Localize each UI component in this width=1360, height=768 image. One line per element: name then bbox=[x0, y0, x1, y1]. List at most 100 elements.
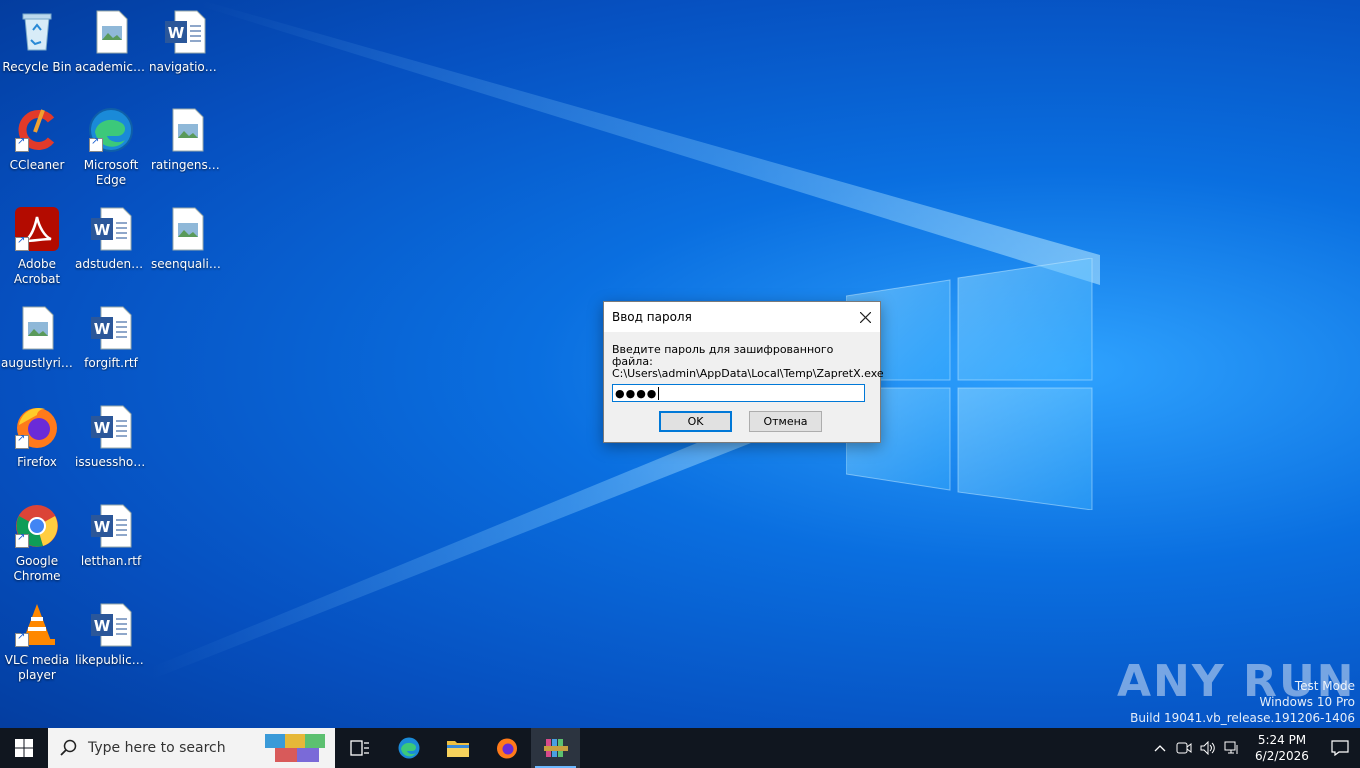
password-dialog: Ввод пароля Введите пароль для зашифрова… bbox=[603, 301, 884, 443]
icon-label: VLC media player bbox=[4, 653, 70, 682]
chrome-icon bbox=[13, 502, 61, 550]
shortcut-arrow-icon bbox=[89, 136, 103, 152]
light-beam bbox=[200, 0, 1100, 285]
svg-text:W: W bbox=[94, 419, 111, 437]
firefox-icon bbox=[496, 738, 517, 759]
svg-text:W: W bbox=[94, 617, 111, 635]
text-caret bbox=[658, 386, 660, 400]
desktop-icon-file[interactable]: ratingensur... bbox=[151, 106, 223, 173]
acrobat-icon bbox=[13, 205, 61, 253]
svg-text:W: W bbox=[94, 518, 111, 536]
shortcut-arrow-icon bbox=[15, 631, 29, 647]
tray-meet-now-button[interactable] bbox=[1172, 728, 1196, 768]
desktop-icon-vlc[interactable]: VLC media player bbox=[1, 601, 73, 683]
desktop-icon-acrobat[interactable]: Adobe Acrobat bbox=[1, 205, 73, 287]
icon-label: issuesshow... bbox=[75, 455, 147, 469]
dialog-titlebar[interactable]: Ввод пароля bbox=[604, 302, 880, 332]
desktop-icon-recycle-bin[interactable]: Recycle Bin bbox=[1, 8, 73, 75]
camera-icon bbox=[1176, 742, 1192, 754]
shortcut-arrow-icon bbox=[15, 433, 29, 449]
desktop-icon-ccleaner[interactable]: CCleaner bbox=[1, 106, 73, 173]
notification-center-button[interactable] bbox=[1320, 728, 1360, 768]
edge-icon bbox=[398, 737, 419, 759]
notification-icon bbox=[1331, 740, 1349, 756]
search-highlight-puzzle-icon bbox=[265, 734, 325, 762]
vlc-cone-icon bbox=[13, 601, 61, 649]
watermark-line: Test Mode bbox=[1294, 679, 1355, 693]
word-doc-icon: W bbox=[87, 403, 135, 451]
shortcut-arrow-icon bbox=[15, 235, 29, 251]
password-value: ●●●● bbox=[615, 386, 658, 400]
taskbar-file-explorer-button[interactable] bbox=[433, 728, 482, 768]
image-file-icon bbox=[163, 205, 211, 253]
image-file-icon bbox=[13, 304, 61, 352]
icon-label: forgift.rtf bbox=[84, 356, 138, 370]
icon-label: adstudents... bbox=[75, 257, 147, 271]
task-view-icon bbox=[349, 740, 369, 756]
start-button[interactable] bbox=[0, 728, 48, 768]
password-input[interactable]: ●●●● bbox=[612, 384, 865, 402]
ok-button[interactable]: OK bbox=[659, 411, 732, 432]
desktop-icon-chrome[interactable]: Google Chrome bbox=[1, 502, 73, 584]
taskbar-firefox-button[interactable] bbox=[482, 728, 531, 768]
taskbar-clock[interactable]: 5:24 PM 6/2/2026 bbox=[1244, 732, 1320, 764]
desktop-icon-edge[interactable]: Microsoft Edge bbox=[75, 106, 147, 188]
desktop-icon-file[interactable]: academicp... bbox=[75, 8, 147, 75]
shortcut-arrow-icon bbox=[15, 532, 29, 548]
taskbar: Type here to search 5:24 PM 6/2/2026 bbox=[0, 728, 1360, 768]
word-doc-icon: W bbox=[87, 205, 135, 253]
taskbar-search-box[interactable]: Type here to search bbox=[48, 728, 335, 768]
desktop-icon-word-doc[interactable]: W adstudents... bbox=[75, 205, 147, 272]
desktop-icon-word-doc[interactable]: W letthan.rtf bbox=[75, 502, 147, 569]
icon-label: letthan.rtf bbox=[80, 554, 142, 568]
firefox-icon bbox=[13, 403, 61, 451]
shortcut-arrow-icon bbox=[15, 136, 29, 152]
image-file-icon bbox=[87, 8, 135, 56]
password-prompt: Введите пароль для зашифрованного файла: bbox=[612, 343, 834, 368]
taskbar-edge-button[interactable] bbox=[384, 728, 433, 768]
word-doc-icon: W bbox=[87, 304, 135, 352]
show-hidden-icons-button[interactable] bbox=[1148, 728, 1172, 768]
ccleaner-icon bbox=[13, 106, 61, 154]
icon-label: likepublicat... bbox=[75, 653, 147, 667]
search-placeholder: Type here to search bbox=[88, 740, 226, 756]
icon-label: Adobe Acrobat bbox=[13, 257, 61, 286]
svg-text:W: W bbox=[94, 221, 111, 239]
cancel-button[interactable]: Отмена bbox=[749, 411, 822, 432]
desktop-icon-file[interactable]: augustlyric... bbox=[1, 304, 73, 371]
icon-label: Firefox bbox=[17, 455, 57, 469]
icon-label: seenqualit... bbox=[151, 257, 223, 271]
desktop-icon-word-doc[interactable]: W likepublicat... bbox=[75, 601, 147, 668]
recycle-bin-icon bbox=[13, 8, 61, 56]
clock-date: 6/2/2026 bbox=[1255, 749, 1309, 763]
icon-label: augustlyric... bbox=[1, 356, 73, 370]
tray-volume-button[interactable] bbox=[1196, 728, 1220, 768]
image-file-icon bbox=[163, 106, 211, 154]
svg-text:W: W bbox=[168, 24, 185, 42]
desktop-icon-word-doc[interactable]: W issuesshow... bbox=[75, 403, 147, 470]
svg-text:W: W bbox=[94, 320, 111, 338]
taskbar-archive-app-button[interactable] bbox=[531, 728, 580, 768]
speaker-icon bbox=[1200, 741, 1215, 755]
word-doc-icon: W bbox=[87, 601, 135, 649]
edge-icon bbox=[87, 106, 135, 154]
system-tray: 5:24 PM 6/2/2026 bbox=[1148, 728, 1360, 768]
close-button[interactable] bbox=[850, 302, 880, 332]
desktop-icon-file[interactable]: seenqualit... bbox=[151, 205, 223, 272]
icon-label: Microsoft Edge bbox=[83, 158, 139, 187]
network-icon bbox=[1224, 741, 1238, 754]
desktop-icon-firefox[interactable]: Firefox bbox=[1, 403, 73, 470]
dialog-title: Ввод пароля bbox=[612, 310, 692, 324]
tray-network-button[interactable] bbox=[1220, 728, 1244, 768]
word-doc-icon: W bbox=[87, 502, 135, 550]
icon-label: Recycle Bin bbox=[2, 60, 72, 74]
watermark-line: Windows 10 Pro bbox=[1259, 695, 1355, 709]
task-view-button[interactable] bbox=[335, 728, 384, 768]
search-icon bbox=[60, 739, 77, 756]
archive-books-icon bbox=[543, 739, 568, 757]
desktop-icon-word-doc[interactable]: W forgift.rtf bbox=[75, 304, 147, 371]
chevron-up-icon bbox=[1154, 745, 1166, 752]
icon-label: Google Chrome bbox=[13, 554, 61, 583]
word-doc-icon: W bbox=[161, 8, 209, 56]
desktop-icon-word-doc[interactable]: W navigation... bbox=[149, 8, 221, 75]
